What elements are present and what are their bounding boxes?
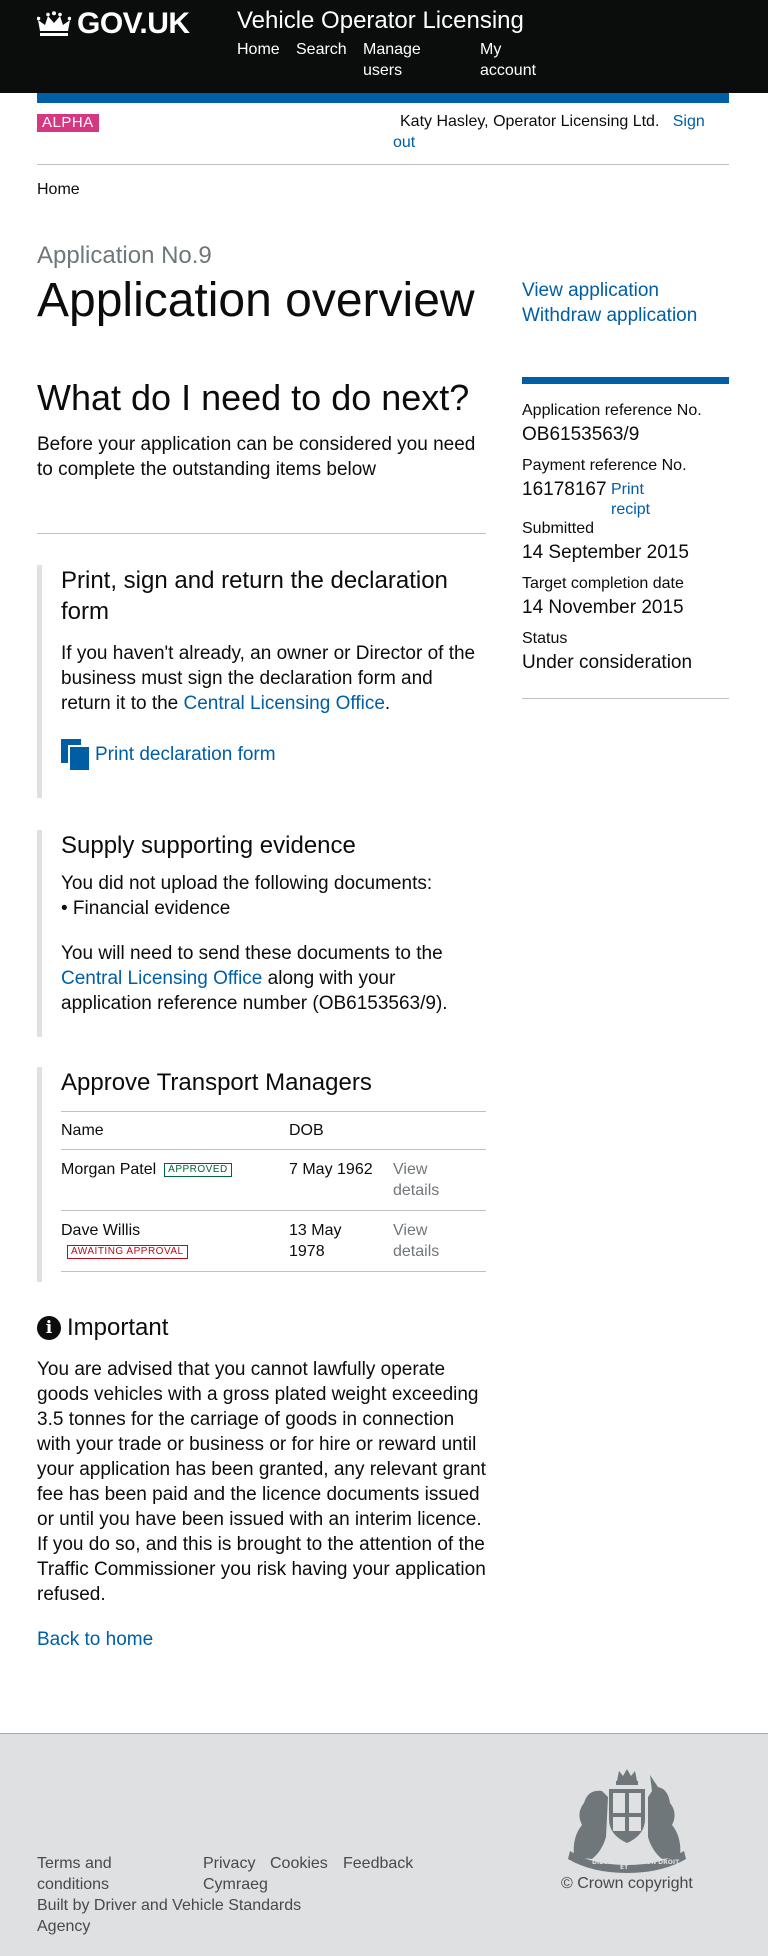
crest-motto-bottom: ET (620, 1864, 629, 1871)
ref-value: OB6153563/9 (522, 424, 640, 445)
application-number: Application No.9 (37, 242, 212, 269)
manager-name-cell: Morgan Patel APPROVED (61, 1149, 289, 1211)
alpha-phase-tag: ALPHA (37, 114, 99, 132)
footer-feedback-link[interactable]: Feedback (343, 1853, 413, 1874)
header-blue-bar (37, 93, 729, 103)
document-icon (61, 739, 89, 770)
print-declaration-link[interactable]: Print declaration form (95, 742, 276, 767)
central-licensing-office-link-2[interactable]: Central Licensing Office (61, 968, 262, 989)
table-header-row: Name DOB (61, 1111, 486, 1150)
next-steps-heading: What do I need to do next? (37, 377, 470, 418)
print-receipt-link[interactable]: Print recipt (611, 480, 671, 520)
important-heading-text: Important (67, 1314, 169, 1341)
table-row: Dave Willis AWAITING APPROVAL 13 May 1978… (61, 1210, 486, 1272)
evidence-text-start: You will need to send these documents to… (61, 943, 443, 964)
view-details-link[interactable]: View details (393, 1159, 443, 1201)
nav-search[interactable]: Search (296, 39, 347, 60)
manager-actions-cell: View details (393, 1210, 486, 1272)
divider (522, 698, 729, 699)
user-name: Katy Hasley, Operator Licensing Ltd. (400, 113, 660, 130)
column-header-name: Name (61, 1111, 289, 1150)
evidence-instructions: You will need to send these documents to… (61, 941, 486, 1016)
status-badge-awaiting: AWAITING APPROVAL (67, 1245, 188, 1259)
site-footer: Terms and conditions Privacy Cookies Fee… (0, 1733, 768, 1956)
declaration-text-end: . (384, 693, 391, 714)
column-header-actions (393, 1111, 486, 1150)
transport-managers-heading: Approve Transport Managers (61, 1069, 372, 1096)
nav-my-account[interactable]: My account (480, 39, 550, 81)
royal-crest: DIEU ET MON DROIT (568, 1769, 686, 1873)
transport-managers-table: Name DOB Morgan Patel APPROVED 7 May 1962… (61, 1111, 486, 1272)
next-steps-intro: Before your application can be considere… (37, 434, 476, 480)
service-name[interactable]: Vehicle Operator Licensing (237, 6, 524, 36)
application-summary: Application reference No. OB6153563/9 Pa… (522, 377, 729, 673)
evidence-heading: Supply supporting evidence (61, 832, 356, 859)
manager-name: Dave Willis (61, 1222, 141, 1239)
submitted-label: Submitted (522, 520, 595, 537)
declaration-panel: Print, sign and return the declaration f… (37, 565, 486, 798)
view-application-link[interactable]: View application (522, 278, 697, 303)
footer-cymraeg-link[interactable]: Cymraeg (203, 1874, 268, 1895)
target-date-label: Target completion date (522, 575, 684, 592)
central-licensing-office-link[interactable]: Central Licensing Office (184, 693, 385, 714)
manager-actions-cell: View details (393, 1149, 486, 1211)
important-heading: i Important (37, 1312, 168, 1343)
manager-name-cell: Dave Willis AWAITING APPROVAL (61, 1210, 289, 1272)
missing-document-item: • Financial evidence (61, 898, 231, 919)
important-notice: You are advised that you cannot lawfully… (37, 1359, 486, 1605)
target-date-value: 14 November 2015 (522, 597, 684, 618)
footer-cookies-link[interactable]: Cookies (270, 1853, 328, 1874)
info-icon: i (37, 1315, 61, 1340)
declaration-text: If you haven't already, an owner or Dire… (61, 641, 486, 716)
status-badge-approved: APPROVED (164, 1163, 232, 1177)
back-to-home-link[interactable]: Back to home (37, 1627, 153, 1652)
crown-copyright-link[interactable]: © Crown copyright (561, 1873, 693, 1894)
nav-home[interactable]: Home (237, 39, 280, 60)
table-row: Morgan Patel APPROVED 7 May 1962 View det… (61, 1149, 486, 1211)
manager-dob-cell: 13 May 1978 (289, 1210, 393, 1272)
logo-text: GOV.UK (77, 7, 190, 40)
withdraw-application-link[interactable]: Withdraw application (522, 303, 697, 328)
built-by-text: Built by Driver and Vehicle Standards Ag… (37, 1895, 327, 1937)
crest-motto-left: DIEU (592, 1859, 608, 1866)
view-details-link[interactable]: View details (393, 1220, 443, 1262)
footer-terms-link[interactable]: Terms and conditions (37, 1853, 147, 1895)
declaration-heading: Print, sign and return the declaration f… (61, 567, 448, 625)
status-label: Status (522, 630, 568, 647)
manager-dob: 13 May 1978 (289, 1222, 342, 1260)
crown-icon (37, 11, 71, 36)
footer-privacy-link[interactable]: Privacy (203, 1853, 255, 1874)
page-title: Application overview (37, 274, 475, 327)
breadcrumb-home-link[interactable]: Home (37, 179, 80, 200)
evidence-panel: Supply supporting evidence You did not u… (37, 830, 486, 1037)
manager-name: Morgan Patel (61, 1161, 157, 1178)
crest-motto-right: MON DROIT (640, 1859, 680, 1866)
print-declaration: Print declaration form (61, 739, 486, 770)
built-by-label: Built by (37, 1897, 94, 1914)
application-actions: View application Withdraw application (522, 278, 697, 328)
site-header: GOV.UK Vehicle Operator Licensing Home S… (0, 0, 768, 93)
payment-label: Payment reference No. (522, 457, 687, 474)
ref-label: Application reference No. (522, 402, 702, 419)
payment-value: 16178167 (522, 479, 607, 500)
govuk-logo-link[interactable]: GOV.UK (37, 6, 190, 42)
divider (37, 533, 486, 534)
column-header-dob: DOB (289, 1111, 393, 1150)
nav-manage-users[interactable]: Manage users (363, 39, 433, 81)
manager-dob: 7 May 1962 (289, 1149, 393, 1211)
submitted-value: 14 September 2015 (522, 542, 689, 563)
status-value: Under consideration (522, 652, 693, 673)
user-info: Katy Hasley, Operator Licensing Ltd. Sig… (393, 111, 723, 153)
transport-managers-panel: Approve Transport Managers Name DOB Morg… (37, 1067, 486, 1282)
missing-documents-intro: You did not upload the following documen… (61, 873, 433, 894)
divider (37, 164, 729, 165)
